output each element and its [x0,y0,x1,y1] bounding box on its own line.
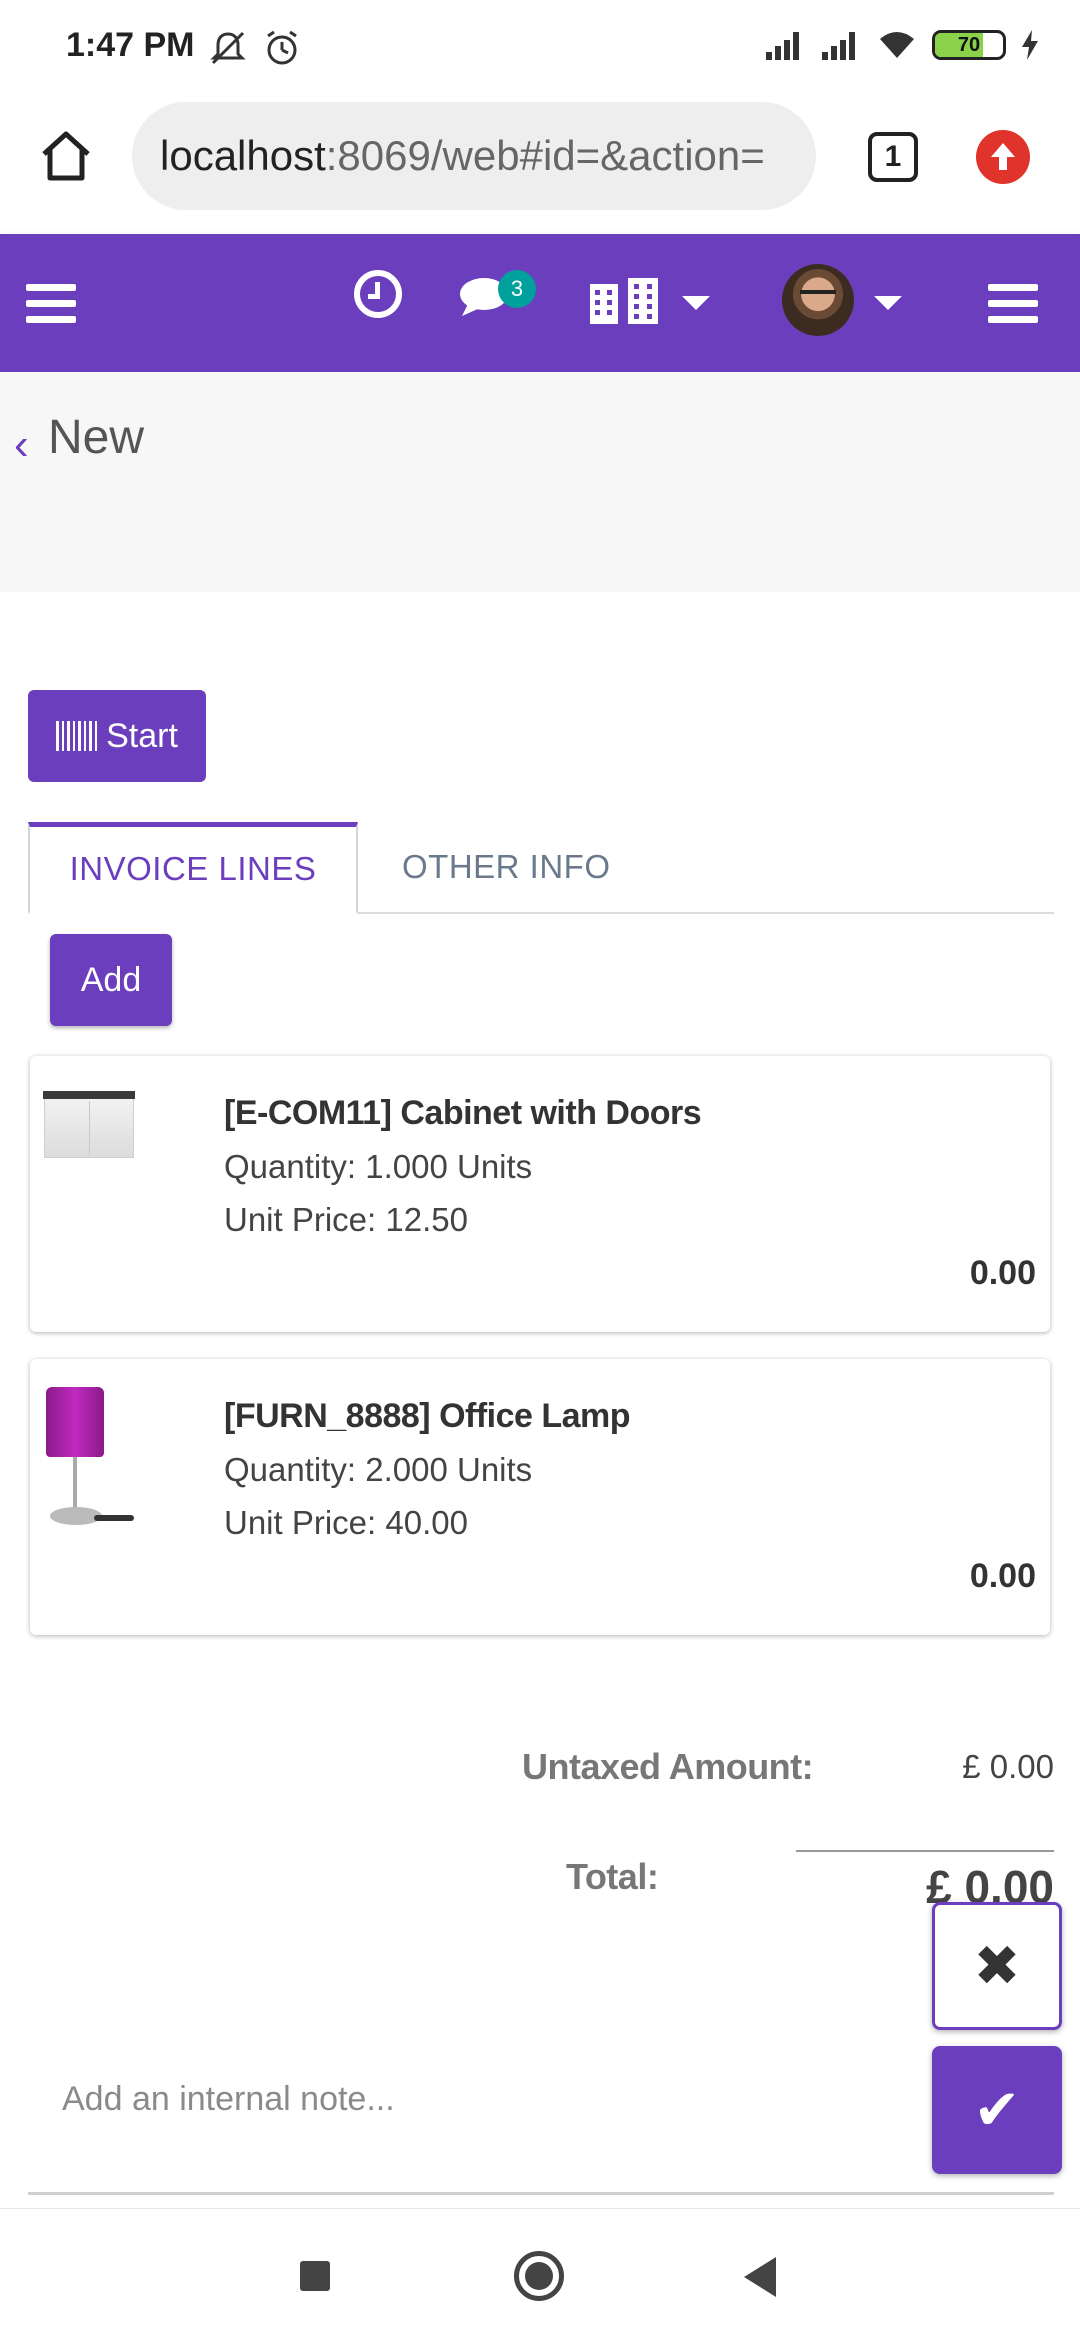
page-title: New [48,411,145,464]
chevron-down-icon[interactable] [682,296,710,310]
home-circle-icon[interactable] [514,2251,564,2301]
charging-icon [1022,30,1038,60]
system-navigation-bar [0,2208,1080,2340]
barcode-icon [56,721,99,751]
wifi-icon [880,32,914,58]
invoice-line-card[interactable]: [FURN_8888] Office Lamp Quantity: 2.000 … [30,1359,1050,1635]
product-image [43,1084,135,1224]
check-icon: ✔ [973,2078,1021,2141]
internal-note-input[interactable] [28,2064,908,2134]
battery-level: 70 [957,34,981,56]
browser-toolbar: localhost:8069/web#id=&action= 1 [0,96,1080,234]
signal-icon [766,32,799,60]
totals-divider [796,1850,1054,1852]
tab-switcher-button[interactable]: 1 [868,132,918,182]
notebook-tabs: INVOICE LINES OTHER INFO [28,822,1054,914]
url-bar[interactable]: localhost:8069/web#id=&action= [132,102,816,210]
status-icons-right: 70 [764,28,1040,62]
add-line-button[interactable]: Add [50,934,172,1026]
total-label: Total: [566,1856,659,1897]
back-chevron-icon[interactable]: ‹ [14,420,29,470]
alarm-icon [267,30,297,65]
line-subtotal: 0.00 [969,1557,1036,1595]
mute-icon [210,31,246,65]
home-icon[interactable] [36,126,96,186]
activity-clock-icon[interactable] [354,270,402,318]
status-time: 1:47 PM [66,26,195,64]
tab-invoice-lines[interactable]: INVOICE LINES [28,822,358,914]
product-name: [E-COM11] Cabinet with Doors [224,1094,702,1132]
start-button-label: Start [106,716,178,755]
signal-icon [822,32,855,60]
back-icon[interactable] [744,2257,776,2297]
line-unit-price: Unit Price: 12.50 [224,1201,468,1238]
product-image [44,1387,134,1527]
untaxed-amount-value: £ 0.00 [962,1748,1054,1785]
discard-button[interactable]: ✖ [932,1902,1062,2030]
apps-menu-icon[interactable] [26,284,76,324]
app-navbar: 3 [0,234,1080,372]
breadcrumb: ‹ New [0,372,1080,592]
line-unit-price: Unit Price: 40.00 [224,1504,468,1541]
avatar[interactable] [782,264,854,336]
line-quantity: Quantity: 2.000 Units [224,1451,533,1488]
battery-icon: 70 [932,30,1006,60]
line-quantity: Quantity: 1.000 Units [224,1148,533,1185]
start-button[interactable]: Start [28,690,206,782]
note-divider [28,2192,1054,2195]
untaxed-amount-label: Untaxed Amount: [522,1746,814,1787]
chevron-down-icon[interactable] [874,296,902,310]
recents-icon[interactable] [300,2261,330,2291]
update-icon[interactable] [976,130,1030,184]
menu-icon[interactable] [988,284,1038,324]
invoice-line-card[interactable]: [E-COM11] Cabinet with Doors Quantity: 1… [30,1056,1050,1332]
status-icons-left [208,28,302,68]
product-name: [FURN_8888] Office Lamp [224,1397,631,1435]
messages-badge: 3 [498,270,536,308]
url-host: localhost [160,132,326,179]
close-icon: ✖ [973,1934,1021,1997]
company-switcher-icon[interactable] [588,276,668,326]
tab-other-info[interactable]: OTHER INFO [368,822,645,914]
url-path: :8069/web#id=&action= [325,132,765,179]
line-subtotal: 0.00 [969,1254,1036,1292]
url-text: localhost:8069/web#id=&action= [160,132,765,180]
save-button[interactable]: ✔ [932,2046,1062,2174]
status-bar: 1:47 PM 70 [0,0,1080,96]
